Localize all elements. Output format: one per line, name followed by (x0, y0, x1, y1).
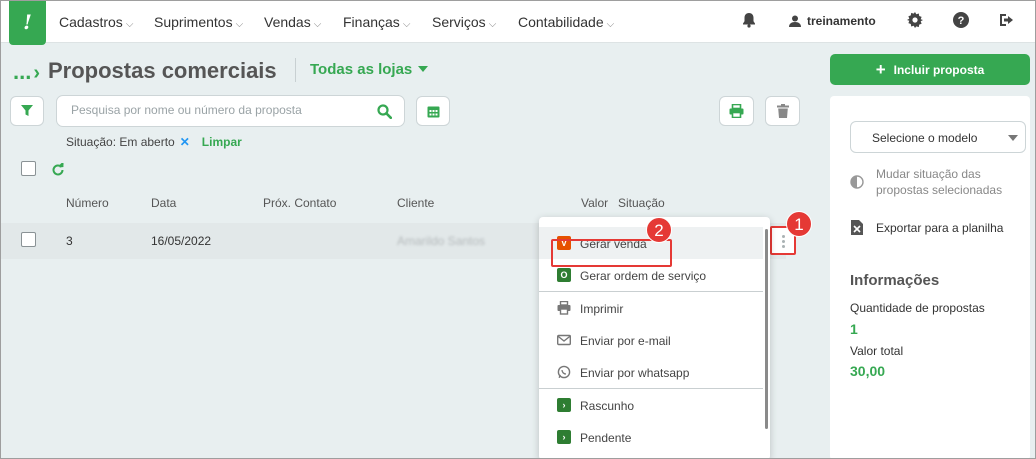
column-header-situacao[interactable]: Situação (618, 196, 665, 210)
user-icon (789, 15, 801, 27)
export-spreadsheet-action[interactable]: Exportar para a planilha (876, 220, 1003, 236)
filter-button[interactable] (10, 96, 44, 126)
trash-icon (776, 104, 789, 118)
bell-icon[interactable] (739, 12, 759, 32)
kebab-dot (782, 235, 785, 238)
divider (295, 58, 296, 82)
breadcrumb[interactable]: ... › (13, 59, 40, 85)
search-input[interactable] (71, 103, 361, 117)
model-select[interactable]: Selecione o modelo (850, 121, 1026, 153)
qty-label: Quantidade de propostas (850, 301, 985, 315)
total-label: Valor total (850, 344, 904, 358)
user-menu[interactable]: treinamento (789, 14, 876, 28)
help-icon[interactable]: ? (951, 12, 971, 32)
calendar-button[interactable] (416, 96, 450, 126)
right-sidebar: Selecione o modelo Mudar situação das pr… (830, 96, 1030, 458)
callout-badge-2: 2 (646, 217, 672, 243)
column-header-data[interactable]: Data (151, 196, 176, 210)
nav-financas[interactable]: Finanças ⌵ (343, 14, 410, 30)
calendar-icon (427, 106, 439, 118)
chevron-down-icon: ⌵ (125, 19, 134, 30)
half-circle-icon (850, 175, 864, 189)
chevron-right-icon: › (33, 62, 41, 84)
refresh-icon[interactable] (51, 163, 65, 177)
arrow-right-icon: › (557, 398, 571, 412)
column-header-prox-contato[interactable]: Próx. Contato (263, 196, 336, 210)
logout-icon[interactable] (997, 12, 1017, 32)
chevron-down-icon: ⌵ (313, 19, 322, 30)
column-header-valor[interactable]: Valor (581, 196, 608, 210)
page-title: Propostas comerciais (48, 58, 277, 83)
nav-suprimentos[interactable]: Suprimentos ⌵ (154, 14, 243, 30)
add-proposal-button[interactable]: + Incluir proposta (830, 54, 1030, 85)
nav-cadastros[interactable]: Cadastros ⌵ (59, 14, 133, 30)
top-navbar: ! Cadastros ⌵ Suprimentos ⌵ Vendas ⌵ Finanç… (1, 1, 1035, 45)
menu-item-enviar-whatsapp[interactable]: Enviar por whatsapp (539, 356, 763, 388)
store-select[interactable]: Todas as lojas (310, 61, 429, 78)
active-filter: Situação: Em aberto ✕ Limpar (66, 135, 242, 149)
chevron-down-icon: ⌵ (402, 19, 411, 30)
cell-cliente: Amarildo Santos (397, 234, 486, 248)
qty-value: 1 (850, 321, 858, 337)
printer-icon (729, 103, 744, 119)
gear-icon[interactable] (905, 12, 925, 32)
chevron-down-icon: ⌵ (606, 19, 615, 30)
total-value: 30,00 (850, 363, 886, 379)
column-header-numero[interactable]: Número (66, 196, 109, 210)
menu-item-enviar-email[interactable]: Enviar por e-mail (539, 324, 763, 356)
menu-item-imprimir[interactable]: Imprimir (539, 292, 763, 324)
clear-filters-link[interactable]: Limpar (202, 135, 242, 149)
caret-down-icon (1008, 135, 1018, 141)
app-window: ! Cadastros ⌵ Suprimentos ⌵ Vendas ⌵ Finanç… (0, 0, 1036, 459)
change-status-action[interactable]: Mudar situação das propostas selecionada… (876, 166, 1006, 198)
plus-icon: + (875, 60, 886, 79)
funnel-icon (21, 105, 33, 116)
kebab-dot (782, 240, 785, 243)
select-all-checkbox[interactable] (21, 161, 36, 176)
cell-numero: 3 (66, 234, 73, 248)
svg-text:?: ? (958, 15, 965, 27)
whatsapp-icon (557, 365, 571, 379)
row-checkbox[interactable] (21, 232, 36, 247)
remove-filter-icon[interactable]: ✕ (180, 135, 190, 149)
excel-icon (851, 220, 863, 235)
arrow-right-icon: › (557, 430, 571, 444)
service-order-icon: O (557, 268, 571, 282)
info-title: Informações (850, 272, 940, 289)
nav-servicos[interactable]: Serviços ⌵ (432, 14, 496, 30)
envelope-icon (557, 334, 571, 346)
chevron-down-icon: ⌵ (235, 19, 244, 30)
caret-down-icon (418, 66, 429, 72)
nav-contabilidade[interactable]: Contabilidade ⌵ (518, 14, 614, 30)
kebab-dot (782, 245, 785, 248)
callout-badge-1: 1 (786, 211, 812, 237)
row-actions-menu: V Gerar venda O Gerar ordem de serviço I… (539, 217, 770, 458)
menu-item-pendente[interactable]: › Pendente (539, 421, 763, 453)
app-logo[interactable]: ! (9, 1, 46, 45)
column-header-cliente[interactable]: Cliente (397, 196, 434, 210)
menu-item-gerar-ordem-servico[interactable]: O Gerar ordem de serviço (539, 259, 763, 291)
chevron-down-icon: ⌵ (488, 19, 497, 30)
search-box (56, 95, 405, 127)
cell-data: 16/05/2022 (151, 234, 212, 248)
printer-icon (557, 301, 571, 315)
print-button[interactable] (719, 96, 754, 126)
nav-vendas[interactable]: Vendas ⌵ (264, 14, 321, 30)
search-icon[interactable] (377, 104, 392, 119)
menu-scrollbar[interactable] (765, 229, 768, 429)
menu-item-rascunho[interactable]: › Rascunho (539, 389, 763, 421)
delete-button[interactable] (765, 96, 800, 126)
